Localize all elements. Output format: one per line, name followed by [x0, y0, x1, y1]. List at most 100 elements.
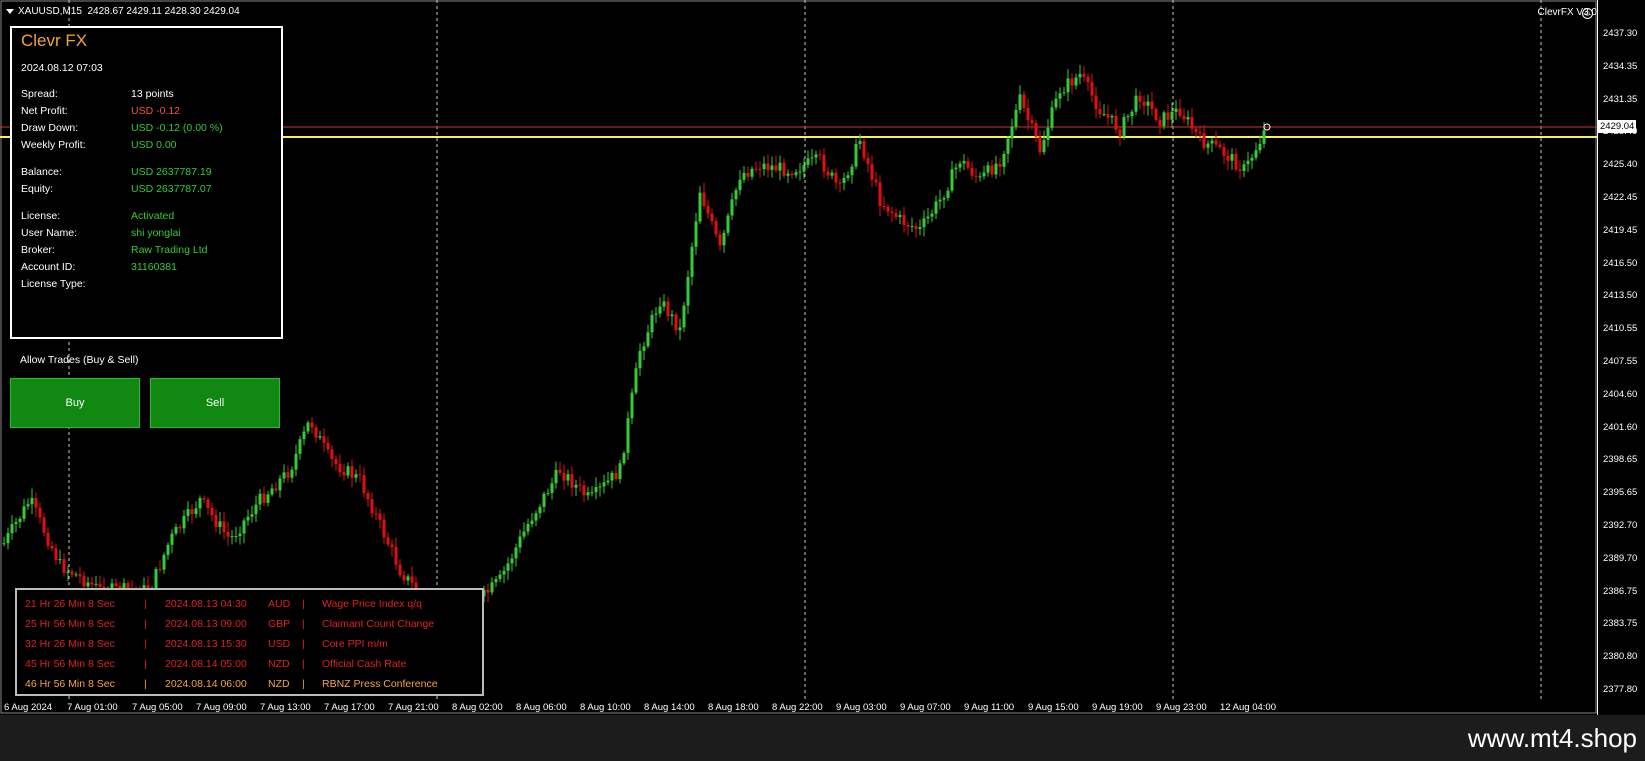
- candle-body: [242, 520, 246, 534]
- candle-body: [1070, 78, 1074, 86]
- price-axis-label: 2407.55: [1603, 356, 1638, 367]
- candle-body: [1002, 153, 1006, 167]
- balance-label: Balance:: [21, 166, 62, 178]
- candle-body: [294, 453, 298, 470]
- candle-body: [402, 575, 406, 581]
- candle-body: [362, 475, 366, 494]
- candle-body: [34, 498, 38, 508]
- candle-body: [374, 513, 378, 515]
- candle-body: [810, 157, 814, 159]
- candle-body: [802, 164, 806, 172]
- candle-body: [270, 488, 274, 495]
- candle-body: [558, 469, 562, 473]
- candle-body: [698, 192, 702, 222]
- candle-body: [30, 498, 34, 505]
- candle-body: [542, 493, 546, 507]
- candle-body: [522, 531, 526, 537]
- news-currency: NZD: [268, 658, 290, 670]
- candle-body: [1242, 164, 1246, 171]
- sell-button[interactable]: Sell: [150, 378, 280, 428]
- candle-body: [1210, 140, 1214, 144]
- candle-body: [166, 544, 170, 555]
- candle-body: [586, 492, 590, 496]
- candle-body: [958, 163, 962, 168]
- symbol-header: XAUUSD,M15 2428.67 2429.11 2428.30 2429.…: [6, 6, 240, 17]
- price-axis-label: 2398.65: [1603, 454, 1638, 466]
- candle-body: [630, 392, 634, 419]
- candle-body: [366, 493, 370, 500]
- candle-body: [1258, 143, 1262, 151]
- price-axis-label: 2425.40: [1603, 159, 1638, 171]
- candle-body: [726, 215, 730, 233]
- panel-datetime: 2024.08.12 07:03: [21, 62, 103, 74]
- candle-body: [954, 167, 958, 170]
- candle-body: [74, 574, 78, 576]
- time-axis-label: 8 Aug 14:00: [644, 702, 695, 713]
- price-axis-label: 2389.70: [1603, 552, 1638, 564]
- candle-body: [286, 472, 290, 478]
- candle-body: [1038, 136, 1042, 153]
- candle-body: [38, 507, 42, 518]
- candle-body: [498, 574, 502, 580]
- news-time: 2024.08.14 06:00: [165, 678, 247, 690]
- candle-body: [1186, 117, 1190, 120]
- news-countdown: 21 Hr 26 Min 8 Sec: [25, 598, 115, 610]
- news-countdown: 46 Hr 56 Min 8 Sec: [25, 678, 115, 690]
- candle-body: [266, 494, 270, 503]
- candle-body: [666, 301, 670, 317]
- time-axis-label: 9 Aug 15:00: [1028, 702, 1079, 713]
- candle-body: [170, 533, 174, 545]
- news-separator: |: [144, 638, 147, 650]
- candle-body: [1074, 77, 1078, 86]
- candle-body: [1050, 107, 1054, 128]
- time-axis-label: 9 Aug 19:00: [1092, 702, 1143, 713]
- account-info-panel: Clevr FX 2024.08.12 07:03 Spread: 13 poi…: [10, 26, 283, 339]
- candle-body: [1006, 138, 1010, 154]
- candle-body: [674, 314, 678, 331]
- candle-body: [230, 536, 234, 538]
- candle-body: [1014, 109, 1018, 127]
- candle-body: [1174, 108, 1178, 112]
- news-panel: 21 Hr 26 Min 8 Sec | 2024.08.13 04:30 AUD | W…: [15, 588, 484, 696]
- time-axis-label: 8 Aug 22:00: [772, 702, 823, 713]
- candle-body: [598, 486, 602, 488]
- candle-body: [658, 306, 662, 314]
- candle-body: [42, 517, 46, 533]
- candle-body: [730, 199, 734, 216]
- candle-body: [1198, 132, 1202, 134]
- candle-body: [86, 582, 90, 587]
- candle-body: [254, 504, 258, 515]
- candle-body: [114, 583, 118, 587]
- candle-body: [1086, 76, 1090, 83]
- candle-body: [606, 480, 610, 483]
- candle-body: [246, 516, 250, 521]
- smiley-icon: ☺: [1582, 8, 1593, 19]
- symbol-menu-icon[interactable]: [6, 8, 14, 14]
- candle-body: [2, 543, 6, 545]
- chart-area[interactable]: XAUUSD,M15 2428.67 2429.11 2428.30 2429.…: [0, 0, 1645, 715]
- candle-body: [850, 166, 854, 176]
- candle-body: [678, 327, 682, 331]
- time-axis-label: 8 Aug 02:00: [452, 702, 503, 713]
- candle-body: [1202, 133, 1206, 148]
- price-axis-label: 2392.70: [1603, 520, 1638, 531]
- news-currency: AUD: [268, 598, 291, 610]
- candle-body: [1042, 140, 1046, 153]
- candle-body: [302, 431, 306, 440]
- panel-title: Clevr FX: [21, 31, 88, 50]
- candle-body: [194, 508, 198, 515]
- candle-body: [506, 563, 510, 571]
- candle-body: [766, 163, 770, 170]
- broker-label: Broker:: [21, 244, 55, 256]
- candle-body: [1062, 92, 1066, 94]
- candle-body: [590, 492, 594, 494]
- news-separator: |: [144, 658, 147, 670]
- candle-body: [910, 226, 914, 228]
- candle-body: [662, 301, 666, 307]
- candle-body: [290, 469, 294, 478]
- user-name-label: User Name:: [21, 227, 78, 239]
- candle-body: [222, 521, 226, 532]
- candle-body: [894, 213, 898, 217]
- spread-value: 13 points: [131, 88, 174, 100]
- buy-button[interactable]: Buy: [10, 378, 140, 428]
